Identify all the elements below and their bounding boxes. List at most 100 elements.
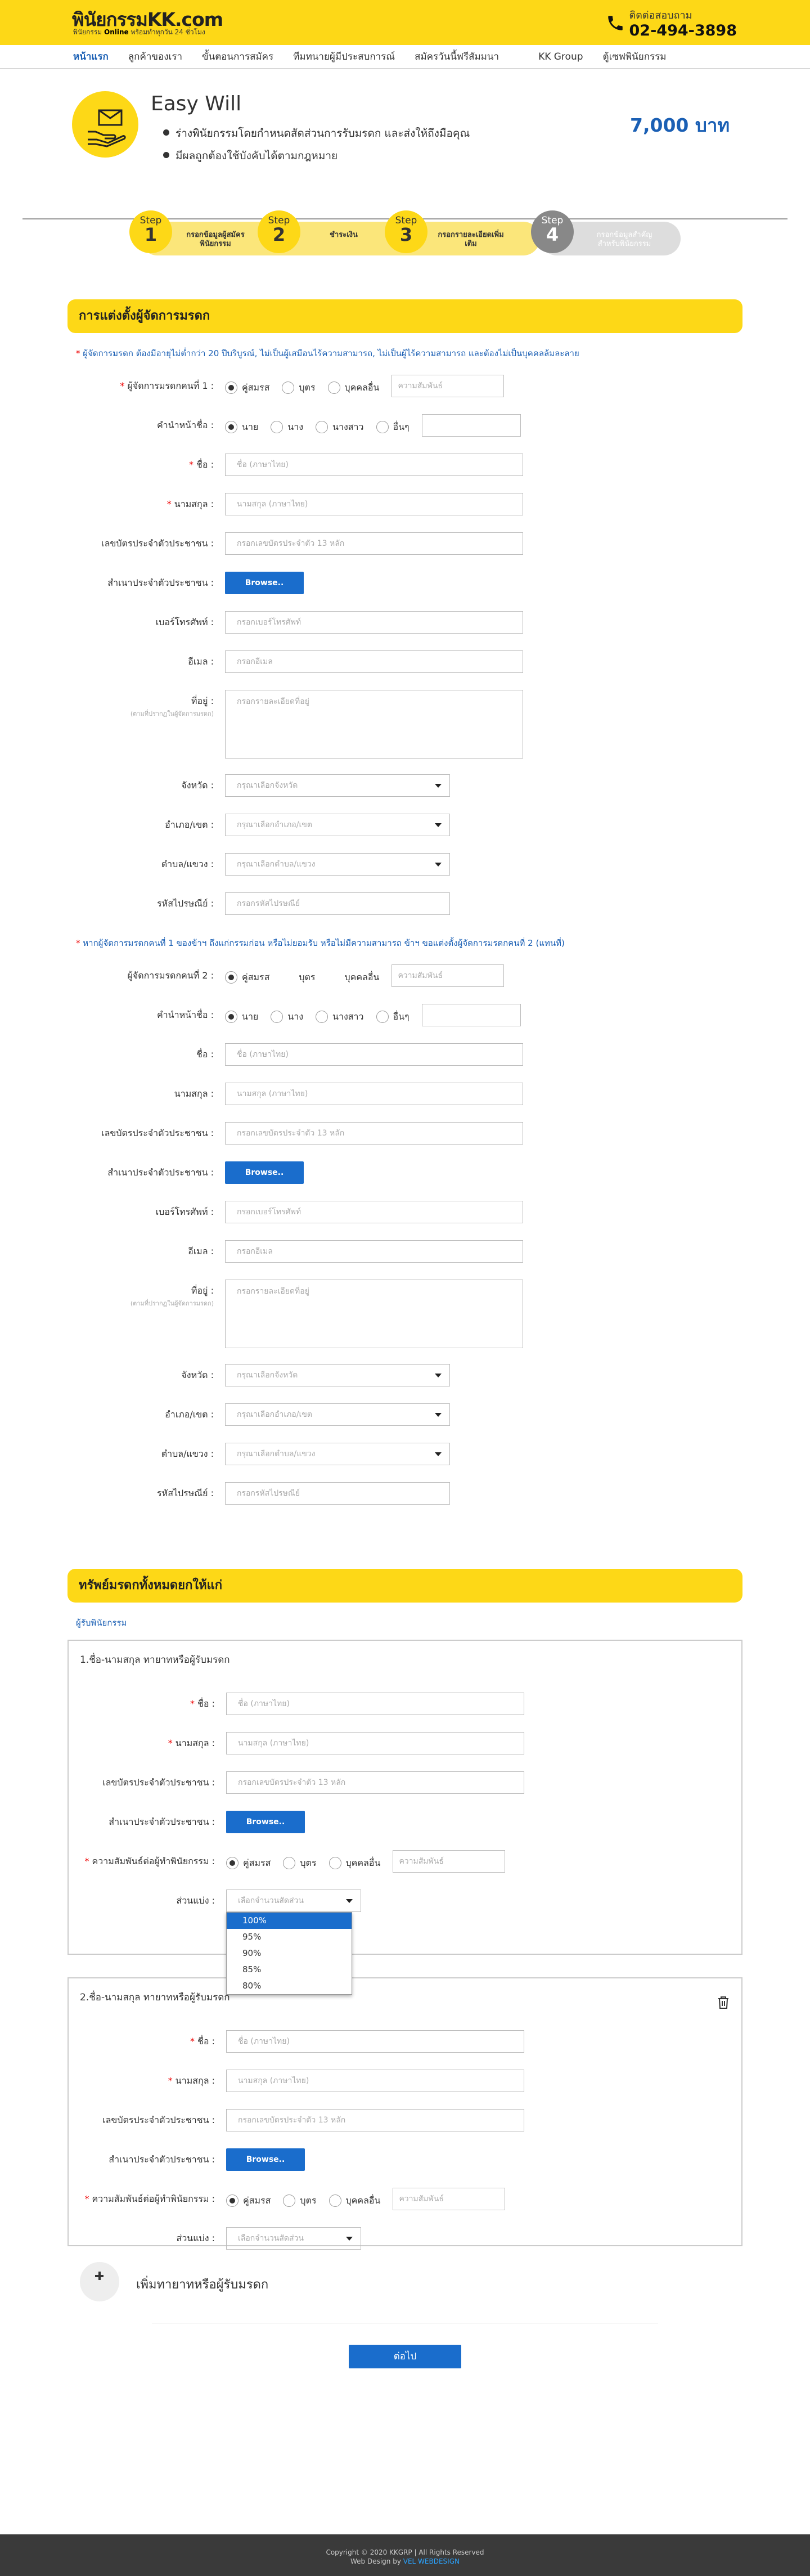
radio-mrs[interactable]: นาง [271, 420, 303, 434]
designer-link[interactable]: VEL WEBDESIGN [403, 2557, 460, 2565]
radio-child[interactable]: บุตร [299, 971, 315, 985]
heir1-lastname[interactable]: นามสกุล (ภาษาไทย) [226, 1732, 524, 1754]
contact-label: ติดต่อสอบถาม [629, 10, 692, 21]
share-option[interactable]: 100% [227, 1913, 352, 1929]
nav-kk-group[interactable]: KK Group [538, 51, 583, 62]
nav-steps[interactable]: ขั้นตอนการสมัคร [202, 49, 273, 64]
nav-seminar[interactable]: สมัครวันนี้ฟรีสัมมนา [415, 49, 499, 64]
contact-number[interactable]: 02-494-3898 [629, 23, 737, 39]
heir-title: 1.ชื่อ-นามสกุล ทายาทหรือผู้รับมรดก [80, 1654, 230, 1666]
executor2-subdistrict-select[interactable]: กรุณาเลือกตำบล/แขวง [225, 1443, 450, 1465]
heir1-firstname[interactable]: ชื่อ (ภาษาไทย) [226, 1693, 524, 1715]
share-option[interactable]: 85% [227, 1962, 352, 1978]
executor1-zip[interactable]: กรอกรหัสไปรษณีย์ [225, 892, 450, 915]
radio-other[interactable]: บุคคลอื่น [328, 2194, 380, 2208]
executor2-phone[interactable]: กรอกเบอร์โทรศัพท์ [225, 1201, 523, 1223]
heir1-browse-button[interactable]: Browse.. [226, 1811, 305, 1833]
phone-icon [608, 15, 623, 30]
relation-input[interactable]: ความสัมพันธ์ [392, 375, 505, 397]
executor1-browse-button[interactable]: Browse.. [225, 572, 304, 594]
radio-others[interactable]: อื่นๆ [376, 1010, 410, 1024]
step-2-label: ชำระเงิน [330, 231, 358, 239]
executor-note: * ผู้จัดการมรดก ต้องมีอายุไม่ต่ำกว่า 20 … [76, 348, 579, 358]
contact-block[interactable]: ติดต่อสอบถาม 02-494-3898 [606, 7, 737, 39]
heir1-idcard[interactable]: กรอกเลขบัตรประจำตัว 13 หลัก [226, 1771, 524, 1794]
heir2-firstname[interactable]: ชื่อ (ภาษาไทย) [226, 2030, 524, 2053]
radio-other[interactable]: บุคคลอื่น [328, 1856, 380, 1870]
radio-mr[interactable]: นาย [225, 1010, 258, 1024]
executor1-district-select[interactable]: กรุณาเลือกอำเภอ/เขต [225, 814, 450, 836]
executor-section-title: การแต่งตั้งผู้จัดการมรดก [68, 299, 742, 333]
radio-others[interactable]: อื่นๆ [376, 420, 410, 434]
step-1: Step 1 [129, 210, 172, 253]
step-3: Step 3 [385, 210, 428, 253]
nav-safe[interactable]: ตู้เซฟพินัยกรรม [603, 49, 667, 64]
executor1-email[interactable]: กรอกอีเมล [225, 650, 523, 673]
product-bullet: มีผลถูกต้องใช้บังคับได้ตามกฎหมาย [163, 147, 470, 164]
step-4: Step 4 [531, 210, 574, 253]
executor1-relation: คู่สมรส บุตร บุคคลอื่น ความสัมพันธ์ [225, 375, 505, 397]
heir-box-2: 2.ชื่อ-นามสกุล ทายาทหรือผู้รับมรดก * ชื่… [68, 1977, 742, 2250]
heir2-idcard[interactable]: กรอกเลขบัตรประจำตัว 13 หลัก [226, 2109, 524, 2131]
executor2-province-select[interactable]: กรุณาเลือกจังหวัด [225, 1364, 450, 1386]
logo-tagline: พินัยกรรม Online พร้อมทำทุกวัน 24 ชั่วโม… [73, 28, 205, 36]
product-summary: Easy Will ร่างพินัยกรรมโดยกำหนดสัดส่วนกา… [0, 69, 810, 187]
step-2: Step 2 [258, 210, 300, 253]
radio-other[interactable]: บุคคลอื่น [345, 971, 380, 985]
executor1-lastname[interactable]: นามสกุล (ภาษาไทย) [225, 493, 523, 515]
share-option[interactable]: 95% [227, 1929, 352, 1945]
relation-input[interactable]: ความสัมพันธ์ [393, 2188, 506, 2210]
radio-child[interactable]: บุตร [282, 381, 316, 395]
executor2-zip[interactable]: กรอกรหัสไปรษณีย์ [225, 1482, 450, 1505]
executor1-idcard[interactable]: กรอกเลขบัตรประจำตัว 13 หลัก [225, 532, 523, 555]
executor2-note: * หากผู้จัดการมรดกคนที่ 1 ของข้าฯ ถึงแก่… [76, 938, 565, 948]
share-option[interactable]: 90% [227, 1945, 352, 1962]
executor1-subdistrict-select[interactable]: กรุณาเลือกตำบล/แขวง [225, 853, 450, 876]
executor2-lastname[interactable]: นามสกุล (ภาษาไทย) [225, 1083, 523, 1105]
radio-miss[interactable]: นางสาว [316, 1010, 364, 1024]
radio-other[interactable]: บุคคลอื่น [327, 381, 379, 395]
radio-miss[interactable]: นางสาว [316, 420, 364, 434]
relation-input[interactable]: ความสัมพันธ์ [393, 1850, 506, 1873]
product-title: Easy Will [151, 92, 242, 115]
radio-child[interactable]: บุตร [283, 1856, 317, 1870]
share-option[interactable]: 80% [227, 1978, 352, 1994]
copyright: Copyright © 2020 KKGRP | All Rights Rese… [326, 2548, 484, 2556]
step-3-label: กรอกรายละเอียดเพิ่มเติม [438, 231, 504, 248]
radio-spouse[interactable]: คู่สมรส [225, 381, 269, 395]
heir1-share-select[interactable]: เลือกจำนวนสัดส่วน [226, 1890, 361, 1912]
progress-steps: Step 1 กรอกข้อมูลผู้สมัครพินัยกรรม Step 2 … [0, 187, 810, 299]
radio-spouse[interactable]: คู่สมรส [226, 1856, 271, 1870]
relation-input[interactable]: ความสัมพันธ์ [392, 964, 505, 987]
executor2-idcard[interactable]: กรอกเลขบัตรประจำตัว 13 หลัก [225, 1122, 523, 1145]
radio-mr[interactable]: นาย [225, 420, 258, 434]
plus-icon[interactable] [80, 2262, 119, 2301]
title-other-input[interactable] [421, 414, 521, 437]
executor2-firstname[interactable]: ชื่อ (ภาษาไทย) [225, 1043, 523, 1066]
executor2-browse-button[interactable]: Browse.. [225, 1161, 304, 1184]
heir2-lastname[interactable]: นามสกุล (ภาษาไทย) [226, 2070, 524, 2092]
share-dropdown: 100% 95% 90% 85% 80% [226, 1912, 352, 1995]
nav-home[interactable]: หน้าแรก [73, 49, 109, 64]
executor2-district-select[interactable]: กรุณาเลือกอำเภอ/เขต [225, 1403, 450, 1426]
executor1-address[interactable]: กรอกรายละเอียดที่อยู่ [225, 690, 523, 759]
add-heir[interactable]: เพิ่มทายาทหรือผู้รับมรดก [0, 2246, 810, 2308]
executor1-province-select[interactable]: กรุณาเลือกจังหวัด [225, 774, 450, 797]
footer: Copyright © 2020 KKGRP | All Rights Rese… [0, 2534, 810, 2576]
radio-spouse[interactable]: คู่สมรส [226, 2194, 271, 2208]
executor1-firstname[interactable]: ชื่อ (ภาษาไทย) [225, 454, 523, 476]
next-button[interactable]: ต่อไป [349, 2345, 461, 2368]
hand-envelope-icon [72, 91, 138, 158]
executor2-email[interactable]: กรอกอีเมล [225, 1240, 523, 1263]
heir2-browse-button[interactable]: Browse.. [226, 2148, 305, 2171]
nav-lawyers[interactable]: ทีมทนายผู้มีประสบการณ์ [293, 49, 395, 64]
trash-icon[interactable] [717, 1995, 730, 2010]
title-other-input[interactable] [421, 1004, 521, 1026]
add-heir-label[interactable]: เพิ่มทายาทหรือผู้รับมรดก [136, 2274, 268, 2294]
radio-child[interactable]: บุตร [283, 2194, 317, 2208]
radio-spouse[interactable]: คู่สมรส [225, 971, 269, 985]
executor1-phone[interactable]: กรอกเบอร์โทรศัพท์ [225, 611, 523, 634]
executor2-address[interactable]: กรอกรายละเอียดที่อยู่ [225, 1280, 523, 1348]
nav-customers[interactable]: ลูกค้าของเรา [128, 49, 182, 64]
radio-mrs[interactable]: นาง [271, 1010, 303, 1024]
